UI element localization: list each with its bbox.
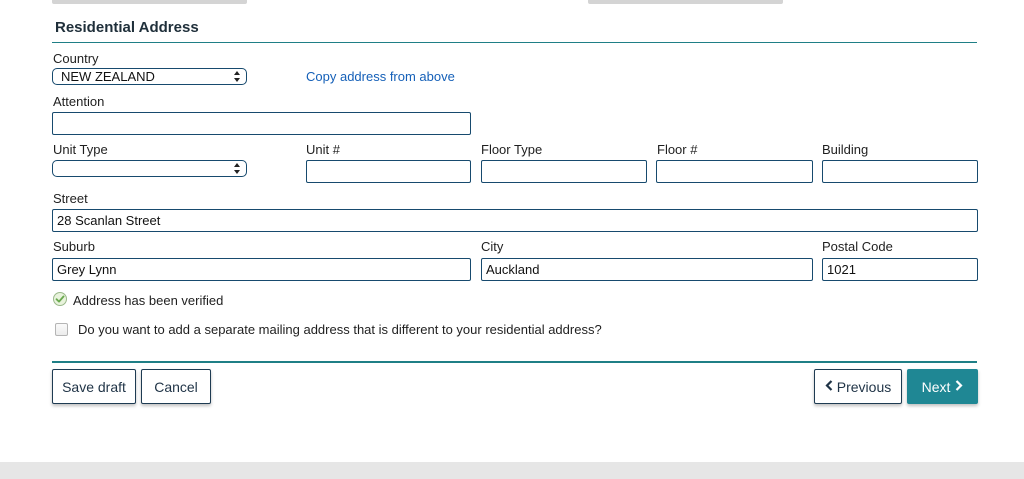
check-circle-icon — [53, 292, 67, 306]
attention-input[interactable] — [52, 112, 471, 135]
section-title: Residential Address — [55, 19, 199, 36]
mailing-address-question: Do you want to add a separate mailing ad… — [78, 322, 602, 337]
country-select-value: NEW ZEALAND — [61, 69, 155, 84]
previous-label: Previous — [836, 378, 892, 395]
unit-number-label: Unit # — [306, 142, 340, 157]
top-bar-right — [588, 0, 783, 4]
unit-type-label: Unit Type — [53, 142, 108, 157]
city-label: City — [481, 239, 504, 254]
unit-type-select[interactable] — [52, 160, 247, 177]
mailing-address-checkbox[interactable] — [55, 323, 68, 336]
section-divider — [52, 42, 977, 43]
suburb-input[interactable]: Grey Lynn — [52, 258, 471, 281]
next-label: Next — [921, 378, 951, 395]
save-draft-button[interactable]: Save draft — [52, 369, 136, 404]
next-button[interactable]: Next — [907, 369, 978, 404]
street-input[interactable]: 28 Scanlan Street — [52, 209, 978, 232]
country-select[interactable]: NEW ZEALAND — [52, 68, 247, 85]
suburb-label: Suburb — [53, 239, 95, 254]
cancel-label: Cancel — [154, 378, 198, 395]
unit-number-input[interactable] — [306, 160, 471, 183]
floor-type-label: Floor Type — [481, 142, 543, 157]
footer-band — [0, 462, 1024, 479]
copy-address-link[interactable]: Copy address from above — [306, 69, 455, 84]
floor-number-input[interactable] — [656, 160, 813, 183]
save-draft-label: Save draft — [62, 378, 126, 395]
street-label: Street — [53, 191, 88, 206]
top-bar-left — [52, 0, 247, 4]
cancel-button[interactable]: Cancel — [141, 369, 211, 404]
building-label: Building — [822, 142, 869, 157]
floor-type-input[interactable] — [481, 160, 647, 183]
select-arrows-icon — [234, 163, 241, 174]
country-label: Country — [53, 51, 99, 66]
previous-button[interactable]: Previous — [814, 369, 902, 404]
city-input[interactable]: Auckland — [481, 258, 813, 281]
building-input[interactable] — [822, 160, 978, 183]
footer-divider — [52, 361, 977, 363]
postal-code-input[interactable]: 1021 — [822, 258, 978, 281]
chevron-right-icon — [955, 378, 963, 395]
chevron-left-icon — [825, 378, 833, 395]
select-arrows-icon — [234, 71, 241, 82]
address-verified-text: Address has been verified — [73, 293, 224, 308]
floor-number-label: Floor # — [657, 142, 698, 157]
postal-code-label: Postal Code — [822, 239, 893, 254]
attention-label: Attention — [53, 94, 105, 109]
